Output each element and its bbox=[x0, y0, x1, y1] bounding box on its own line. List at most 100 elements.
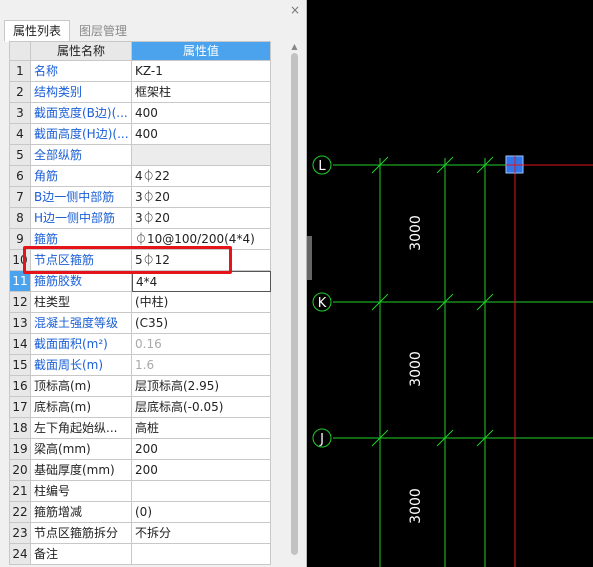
dimension-label: 3000 bbox=[408, 215, 424, 251]
table-row[interactable]: 17 底标高(m) 层底标高(-0.05) bbox=[10, 397, 271, 418]
table-row[interactable]: 21 柱编号 bbox=[10, 481, 271, 502]
property-name: 角筋 bbox=[31, 166, 132, 187]
row-number: 4 bbox=[10, 124, 31, 145]
table-row[interactable]: 12 柱类型 (中柱) bbox=[10, 292, 271, 313]
property-name: B边一侧中部筋 bbox=[31, 187, 132, 208]
property-panel: × 属性列表 图层管理 属性名称 属性值 1 名称 KZ-1 2 结构类别 框架柱 3 截面宽度… bbox=[0, 0, 307, 567]
table-row[interactable]: 6 角筋 4⏀22 bbox=[10, 166, 271, 187]
cad-drawing[interactable]: L K J 3000 3000 3000 bbox=[312, 0, 593, 567]
table-row[interactable]: 1 名称 KZ-1 bbox=[10, 61, 271, 82]
table-row[interactable]: 4 截面高度(H边)(... 400 bbox=[10, 124, 271, 145]
row-number: 14 bbox=[10, 334, 31, 355]
property-value[interactable]: (0) bbox=[132, 502, 271, 523]
table-row[interactable]: 8 H边一侧中部筋 3⏀20 bbox=[10, 208, 271, 229]
property-value[interactable]: 0.16 bbox=[132, 334, 271, 355]
panel-tabs: 属性列表 图层管理 bbox=[4, 20, 136, 42]
table-row[interactable]: 19 梁高(mm) 200 bbox=[10, 439, 271, 460]
table-row[interactable]: 23 节点区箍筋拆分 不拆分 bbox=[10, 523, 271, 544]
row-number: 21 bbox=[10, 481, 31, 502]
property-name: 基础厚度(mm) bbox=[31, 460, 132, 481]
property-grid: 属性名称 属性值 1 名称 KZ-1 2 结构类别 框架柱 3 截面宽度(B边)(... 400… bbox=[9, 41, 271, 565]
row-number: 22 bbox=[10, 502, 31, 523]
property-value[interactable]: 不拆分 bbox=[132, 523, 271, 544]
property-value[interactable]: 400 bbox=[132, 103, 271, 124]
row-number: 13 bbox=[10, 313, 31, 334]
table-row[interactable]: 20 基础厚度(mm) 200 bbox=[10, 460, 271, 481]
row-number: 5 bbox=[10, 145, 31, 166]
row-number: 12 bbox=[10, 292, 31, 313]
scroll-up-icon[interactable]: ▲ bbox=[288, 41, 301, 53]
property-name: 名称 bbox=[31, 61, 132, 82]
property-value[interactable]: 层顶标高(2.95) bbox=[132, 376, 271, 397]
row-number: 6 bbox=[10, 166, 31, 187]
property-name: 梁高(mm) bbox=[31, 439, 132, 460]
property-name: 截面面积(m²) bbox=[31, 334, 132, 355]
vertical-scrollbar[interactable]: ▲ bbox=[288, 41, 301, 561]
property-value[interactable]: (中柱) bbox=[132, 292, 271, 313]
table-row[interactable]: 5 全部纵筋 bbox=[10, 145, 271, 166]
header-value: 属性值 bbox=[132, 42, 271, 61]
property-name: 底标高(m) bbox=[31, 397, 132, 418]
property-name: 截面宽度(B边)(... bbox=[31, 103, 132, 124]
property-value[interactable]: (C35) bbox=[132, 313, 271, 334]
panel-title-bar: × bbox=[0, 0, 306, 20]
property-value[interactable]: 200 bbox=[132, 439, 271, 460]
close-icon[interactable]: × bbox=[289, 4, 301, 16]
property-name: 节点区箍筋拆分 bbox=[31, 523, 132, 544]
row-number: 17 bbox=[10, 397, 31, 418]
property-value[interactable]: 框架柱 bbox=[132, 82, 271, 103]
row-number: 18 bbox=[10, 418, 31, 439]
dimension-label: 3000 bbox=[408, 351, 424, 387]
scroll-thumb[interactable] bbox=[291, 53, 298, 555]
property-name: 混凝土强度等级 bbox=[31, 313, 132, 334]
table-row[interactable]: 24 备注 bbox=[10, 544, 271, 565]
table-row[interactable]: 15 截面周长(m) 1.6 bbox=[10, 355, 271, 376]
row-number: 2 bbox=[10, 82, 31, 103]
dimension-label: 3000 bbox=[408, 488, 424, 524]
property-value[interactable]: 4⏀22 bbox=[132, 166, 271, 187]
property-name: 全部纵筋 bbox=[31, 145, 132, 166]
axis-bubble-k: K bbox=[312, 292, 332, 312]
property-name: 备注 bbox=[31, 544, 132, 565]
property-name: 结构类别 bbox=[31, 82, 132, 103]
table-row[interactable]: 22 箍筋增减 (0) bbox=[10, 502, 271, 523]
table-row[interactable]: 14 截面面积(m²) 0.16 bbox=[10, 334, 271, 355]
property-value[interactable]: 4*4 bbox=[132, 271, 271, 292]
property-value[interactable]: 1.6 bbox=[132, 355, 271, 376]
table-row[interactable]: 7 B边一侧中部筋 3⏀20 bbox=[10, 187, 271, 208]
table-row[interactable]: 16 顶标高(m) 层顶标高(2.95) bbox=[10, 376, 271, 397]
property-value[interactable]: 3⏀20 bbox=[132, 187, 271, 208]
property-name: 顶标高(m) bbox=[31, 376, 132, 397]
property-value[interactable] bbox=[132, 544, 271, 565]
tab-0[interactable]: 属性列表 bbox=[4, 20, 71, 42]
table-row[interactable]: 2 结构类别 框架柱 bbox=[10, 82, 271, 103]
header-name: 属性名称 bbox=[31, 42, 132, 61]
property-value[interactable]: 200 bbox=[132, 460, 271, 481]
tab-1[interactable]: 图层管理 bbox=[70, 20, 136, 42]
property-value[interactable]: 高桩 bbox=[132, 418, 271, 439]
table-row[interactable]: 3 截面宽度(B边)(... 400 bbox=[10, 103, 271, 124]
row-number: 23 bbox=[10, 523, 31, 544]
property-value[interactable]: 3⏀20 bbox=[132, 208, 271, 229]
highlight-box bbox=[23, 246, 232, 274]
row-number: 19 bbox=[10, 439, 31, 460]
property-value[interactable]: KZ-1 bbox=[132, 61, 271, 82]
property-name: 截面高度(H边)(... bbox=[31, 124, 132, 145]
table-row[interactable]: 11 箍筋胶数 4*4 bbox=[10, 271, 271, 292]
property-name: 截面周长(m) bbox=[31, 355, 132, 376]
property-value[interactable] bbox=[132, 145, 271, 166]
property-name: 箍筋胶数 bbox=[31, 271, 132, 292]
property-value[interactable]: 400 bbox=[132, 124, 271, 145]
table-row[interactable]: 18 左下角起始纵... 高桩 bbox=[10, 418, 271, 439]
cad-canvas[interactable]: L K J 3000 3000 3000 bbox=[312, 0, 593, 567]
property-value[interactable] bbox=[132, 481, 271, 502]
row-number: 1 bbox=[10, 61, 31, 82]
table-row[interactable]: 13 混凝土强度等级 (C35) bbox=[10, 313, 271, 334]
row-number: 15 bbox=[10, 355, 31, 376]
svg-text:K: K bbox=[318, 296, 327, 311]
property-value[interactable]: 层底标高(-0.05) bbox=[132, 397, 271, 418]
row-number: 16 bbox=[10, 376, 31, 397]
row-number: 24 bbox=[10, 544, 31, 565]
svg-text:J: J bbox=[319, 432, 324, 447]
axis-bubble-j: J bbox=[312, 428, 332, 448]
